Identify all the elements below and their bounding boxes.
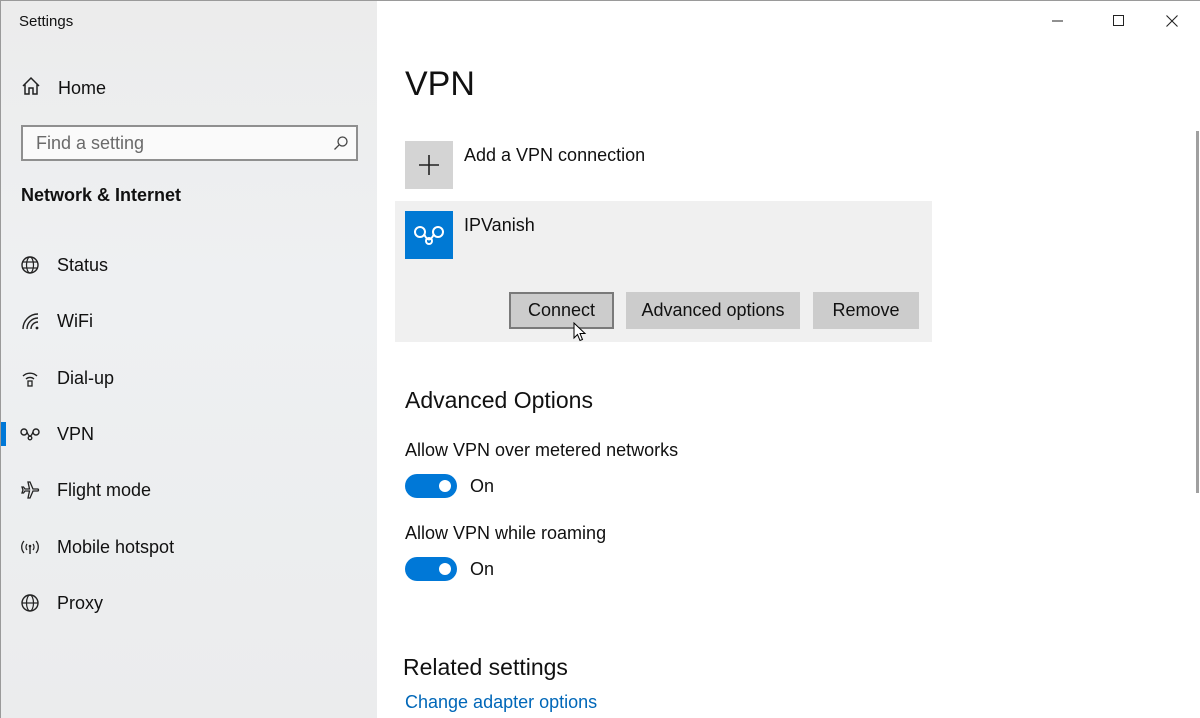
home-icon bbox=[21, 76, 41, 101]
minimize-button[interactable] bbox=[1035, 7, 1081, 35]
sidebar-item-label: Mobile hotspot bbox=[57, 536, 175, 557]
related-settings-heading: Related settings bbox=[403, 654, 568, 680]
add-vpn-label: Add a VPN connection bbox=[464, 145, 646, 165]
sidebar-item-label: Proxy bbox=[57, 592, 104, 613]
mouse-cursor-icon bbox=[573, 321, 587, 347]
metered-networks-state: On bbox=[470, 475, 495, 496]
close-icon bbox=[1166, 15, 1178, 27]
metered-networks-setting: On bbox=[405, 474, 494, 498]
roaming-setting: On bbox=[405, 557, 494, 581]
sidebar-item-label: Flight mode bbox=[57, 479, 152, 500]
sidebar-item-label: Status bbox=[57, 254, 109, 275]
home-label: Home bbox=[58, 77, 107, 98]
advanced-options-button[interactable]: Advanced options bbox=[626, 292, 800, 329]
roaming-label: Allow VPN while roaming bbox=[405, 523, 607, 543]
section-title: Network & Internet bbox=[21, 185, 182, 205]
vpn-icon bbox=[19, 423, 41, 445]
metered-networks-label: Allow VPN over metered networks bbox=[405, 440, 679, 460]
advanced-options-heading: Advanced Options bbox=[405, 387, 593, 413]
roaming-toggle[interactable] bbox=[405, 557, 457, 581]
close-button[interactable] bbox=[1149, 7, 1195, 35]
roaming-state: On bbox=[470, 558, 495, 579]
sidebar-item-proxy[interactable]: Proxy bbox=[1, 583, 377, 623]
vpn-connection-card[interactable]: IPVanish Connect Advanced options Remove bbox=[395, 201, 932, 342]
sidebar-item-dialup[interactable]: Dial-up bbox=[1, 358, 377, 398]
sidebar-item-label: Dial-up bbox=[57, 367, 115, 388]
minimize-icon bbox=[1052, 20, 1063, 22]
globe-icon bbox=[19, 592, 41, 614]
hotspot-icon bbox=[19, 536, 41, 558]
page-title: VPN bbox=[405, 65, 475, 103]
maximize-icon bbox=[1113, 15, 1124, 26]
sidebar-item-vpn[interactable]: VPN bbox=[1, 414, 377, 454]
sidebar-item-wifi[interactable]: WiFi bbox=[1, 301, 377, 341]
home-nav-item[interactable]: Home bbox=[21, 76, 106, 100]
remove-button[interactable]: Remove bbox=[813, 292, 919, 329]
airplane-icon bbox=[19, 479, 41, 501]
globe-icon bbox=[19, 254, 41, 276]
scrollbar[interactable] bbox=[1196, 131, 1199, 493]
connect-button[interactable]: Connect bbox=[509, 292, 614, 329]
add-vpn-connection-button[interactable]: Add a VPN connection bbox=[405, 141, 705, 189]
main-content: VPN Add a VPN connection IPVanish Connec… bbox=[377, 1, 1200, 718]
app-title: Settings bbox=[19, 13, 74, 30]
metered-networks-toggle[interactable] bbox=[405, 474, 457, 498]
search-input[interactable] bbox=[36, 132, 326, 154]
sidebar-item-status[interactable]: Status bbox=[1, 245, 377, 285]
wifi-icon bbox=[19, 310, 41, 332]
sidebar-item-label: WiFi bbox=[57, 310, 93, 331]
maximize-button[interactable] bbox=[1096, 7, 1142, 35]
search-icon[interactable] bbox=[326, 128, 356, 158]
ipvanish-logo-icon bbox=[405, 211, 453, 259]
active-marker bbox=[1, 422, 6, 446]
settings-window: Settings Home Network & Internet bbox=[0, 0, 1200, 718]
sidebar-item-flight-mode[interactable]: Flight mode bbox=[1, 470, 377, 510]
sidebar: Settings Home Network & Internet bbox=[1, 1, 377, 718]
change-adapter-options-link[interactable]: Change adapter options bbox=[405, 692, 597, 713]
search-box[interactable] bbox=[21, 125, 358, 161]
plus-icon bbox=[405, 141, 453, 189]
sidebar-item-mobile-hotspot[interactable]: Mobile hotspot bbox=[1, 527, 377, 567]
sidebar-item-label: VPN bbox=[57, 423, 95, 444]
vpn-connection-name: IPVanish bbox=[464, 215, 535, 235]
dialup-icon bbox=[19, 367, 41, 389]
